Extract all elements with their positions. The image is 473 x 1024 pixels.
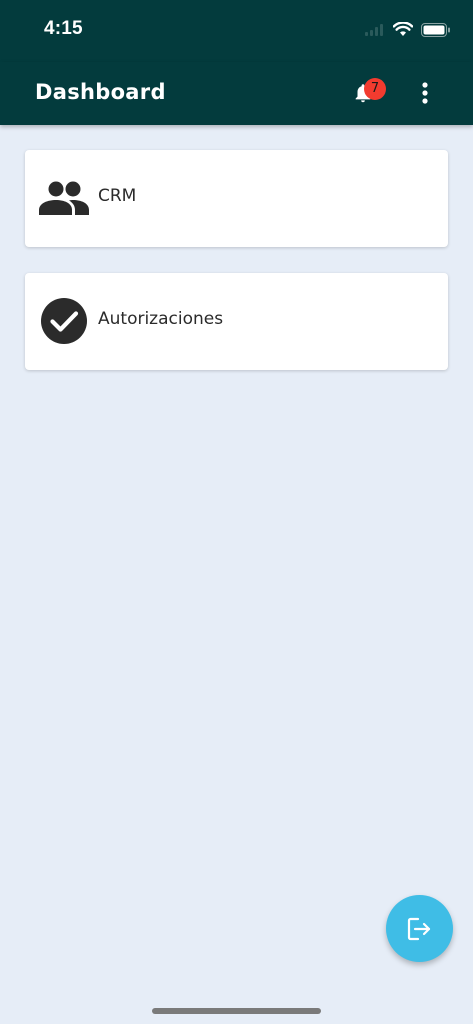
status-icons	[365, 22, 451, 37]
app-bar: Dashboard 7	[0, 62, 473, 125]
check-circle-icon	[41, 298, 87, 344]
battery-icon	[421, 22, 450, 37]
signal-icon	[365, 23, 383, 36]
autorizaciones-card[interactable]: Autorizaciones	[25, 273, 448, 370]
status-time: 4:15	[44, 18, 83, 39]
people-icon	[39, 181, 89, 215]
autorizaciones-label: Autorizaciones	[98, 309, 224, 329]
logout-button[interactable]	[386, 895, 453, 962]
notification-badge: 7	[364, 78, 386, 100]
crm-label: CRM	[98, 186, 137, 206]
notifications-button[interactable]: 7	[352, 78, 388, 110]
home-indicator[interactable]	[152, 1008, 321, 1014]
more-options-button[interactable]	[412, 80, 438, 106]
page-title: Dashboard	[35, 80, 166, 104]
more-vert-icon	[422, 82, 428, 104]
logout-icon	[407, 917, 431, 941]
crm-card[interactable]: CRM	[25, 150, 448, 247]
status-bar: 4:15	[0, 0, 473, 62]
wifi-icon	[393, 22, 413, 36]
